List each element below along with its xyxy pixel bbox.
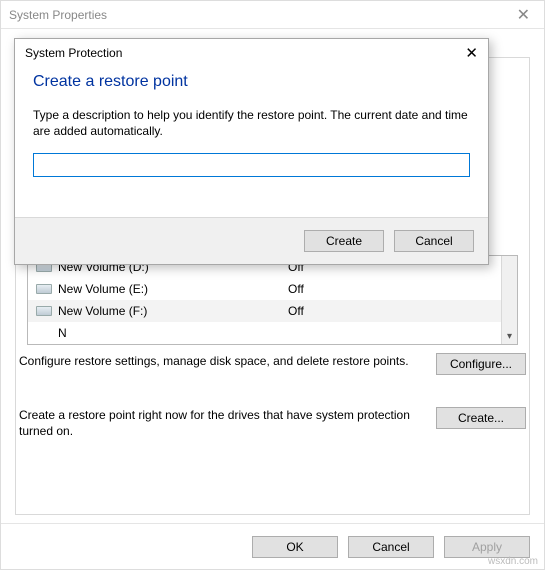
- dialog-description: Type a description to help you identify …: [33, 107, 470, 139]
- dialog-button-row: Create Cancel: [15, 217, 488, 264]
- drive-protection: Off: [288, 282, 501, 296]
- create-section: Create a restore point right now for the…: [19, 407, 526, 439]
- create-text: Create a restore point right now for the…: [19, 407, 436, 439]
- drive-name: New Volume (F:): [58, 304, 288, 318]
- dialog-heading: Create a restore point: [33, 73, 470, 91]
- dialog-titlebar: System Protection ✕: [15, 39, 488, 67]
- configure-section: Configure restore settings, manage disk …: [19, 353, 526, 375]
- table-row[interactable]: New Volume (F:) Off: [28, 300, 501, 322]
- dialog-body: Create a restore point Type a descriptio…: [15, 67, 488, 177]
- create-restore-point-dialog: System Protection ✕ Create a restore poi…: [14, 38, 489, 265]
- table-row[interactable]: New Volume (E:) Off: [28, 278, 501, 300]
- table-row[interactable]: N: [28, 322, 501, 344]
- dialog-create-button[interactable]: Create: [304, 230, 384, 252]
- apply-button[interactable]: Apply: [444, 536, 530, 558]
- create-button[interactable]: Create...: [436, 407, 526, 429]
- description-input[interactable]: [33, 153, 470, 177]
- drive-protection: Off: [288, 304, 501, 318]
- scrollbar[interactable]: ▾: [501, 256, 517, 344]
- dialog-title: System Protection: [25, 46, 122, 60]
- dialog-button-row: OK Cancel Apply: [1, 523, 544, 569]
- drive-icon: [36, 284, 52, 294]
- parent-titlebar: System Properties ✕: [1, 1, 544, 29]
- drive-icon: [36, 306, 52, 316]
- drive-name: N: [58, 326, 288, 340]
- ok-button[interactable]: OK: [252, 536, 338, 558]
- close-icon[interactable]: ✕: [465, 44, 478, 62]
- drive-name: New Volume (E:): [58, 282, 288, 296]
- chevron-down-icon[interactable]: ▾: [507, 329, 512, 344]
- configure-button[interactable]: Configure...: [436, 353, 526, 375]
- parent-title: System Properties: [9, 8, 107, 22]
- cancel-button[interactable]: Cancel: [348, 536, 434, 558]
- configure-text: Configure restore settings, manage disk …: [19, 353, 436, 369]
- dialog-cancel-button[interactable]: Cancel: [394, 230, 474, 252]
- drive-rows: New Volume (D:) Off New Volume (E:) Off …: [28, 256, 501, 344]
- watermark: wsxdn.com: [488, 556, 538, 567]
- close-icon[interactable]: ✕: [511, 5, 536, 25]
- drive-list[interactable]: New Volume (D:) Off New Volume (E:) Off …: [27, 255, 518, 345]
